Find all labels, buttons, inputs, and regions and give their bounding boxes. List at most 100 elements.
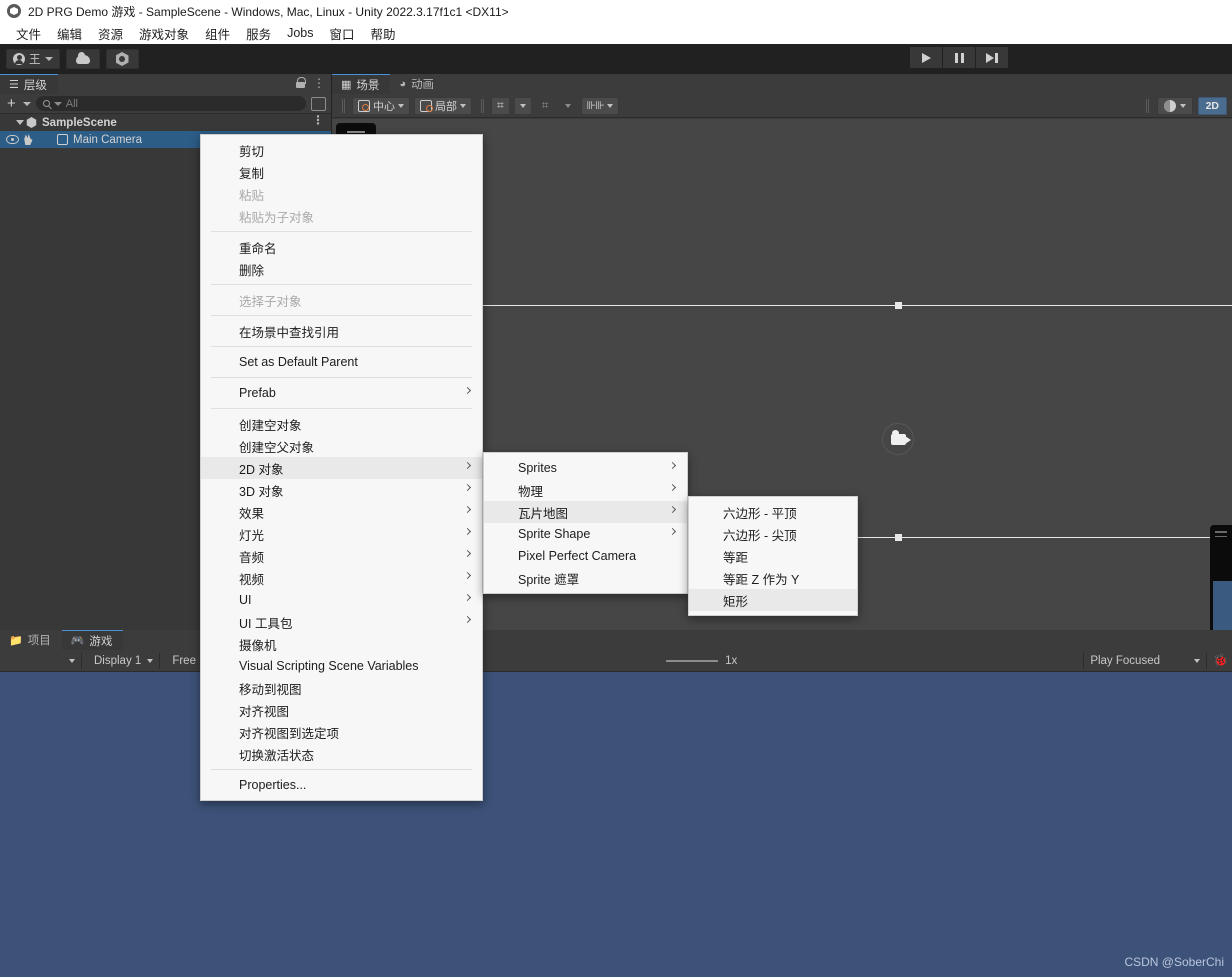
ctx-item-visual-scripting-scene-variables[interactable]: Visual Scripting Scene Variables: [201, 655, 482, 677]
ctx-item-audio[interactable]: 音频: [201, 545, 482, 567]
tab-game-label: 游戏: [89, 635, 113, 648]
ctx-item-align-view-to-selected[interactable]: 对齐视图到选定项: [201, 721, 482, 743]
menu-edit[interactable]: 编辑: [49, 22, 90, 45]
ctx-item-copy[interactable]: 复制: [201, 161, 482, 183]
ctx-item-cut[interactable]: 剪切: [201, 139, 482, 161]
menu-file[interactable]: 文件: [8, 22, 49, 45]
handle-space-button[interactable]: 局部: [414, 96, 472, 115]
submenu-item-tilemap[interactable]: 瓦片地图: [484, 501, 687, 523]
camera-gizmo-icon[interactable]: [882, 423, 914, 455]
submenu-item-sprite-mask[interactable]: Sprite 遮罩: [484, 567, 687, 589]
ctx-item-ui-toolkit[interactable]: UI 工具包: [201, 611, 482, 633]
pause-button[interactable]: [943, 47, 975, 68]
eye-icon[interactable]: [6, 135, 19, 144]
tab-hierarchy[interactable]: ☰ 层级: [0, 74, 58, 94]
ctx-item-set-as-default-parent[interactable]: Set as Default Parent: [201, 351, 482, 373]
game-canvas[interactable]: CSDN @SoberChi: [0, 672, 1232, 977]
ctx-item-align-with-view[interactable]: 对齐视图: [201, 699, 482, 721]
services-button[interactable]: [105, 49, 139, 69]
camera-bounds-handle-bottom[interactable]: [895, 534, 902, 541]
scene-side-overlay[interactable]: [1210, 525, 1232, 630]
cloud-button[interactable]: [65, 49, 100, 69]
bottom-panel: 📁 项目 🎮 游戏 Display 1 Free 1x Play Focused…: [0, 630, 1232, 977]
menu-jobs[interactable]: Jobs: [279, 24, 321, 42]
submenu-item-rectangular[interactable]: 矩形: [689, 589, 857, 611]
search-filter-chevron-icon[interactable]: [53, 101, 62, 106]
play-mode-dropdown[interactable]: Play Focused: [1083, 652, 1207, 669]
grid-visibility-button[interactable]: ⌗: [536, 97, 555, 115]
overlay-content: [1213, 581, 1232, 630]
gizmos-button[interactable]: [1156, 96, 1193, 115]
camera-bounds-handle-top[interactable]: [895, 302, 902, 309]
menu-assets[interactable]: 资源: [90, 22, 131, 45]
ctx-item-label: 灯光: [239, 528, 265, 543]
step-button[interactable]: [976, 47, 1008, 68]
submenu-item-isometric[interactable]: 等距: [689, 545, 857, 567]
grid-snapping-button[interactable]: ⌗: [491, 96, 510, 115]
grid-snapping-dropdown[interactable]: [513, 96, 532, 115]
submenu-item-hexagonal-flat-top[interactable]: 六边形 - 平顶: [689, 501, 857, 523]
tab-scene[interactable]: ▦ 场景: [332, 74, 391, 94]
search-input[interactable]: All: [35, 96, 306, 111]
ctx-item-delete[interactable]: 删除: [201, 258, 482, 280]
play-button[interactable]: [910, 47, 942, 68]
ruler-button[interactable]: ⊪⊪: [580, 96, 619, 115]
scene-more-options-icon[interactable]: ⋮: [312, 114, 324, 126]
ctx-item-find-references-in-scene[interactable]: 在场景中查找引用: [201, 320, 482, 342]
ctx-item-3d-object[interactable]: 3D 对象: [201, 479, 482, 501]
chevron-right-icon: [463, 593, 472, 602]
save-search-icon[interactable]: [311, 96, 326, 111]
add-gameobject-button[interactable]: +: [5, 96, 18, 111]
menu-help[interactable]: 帮助: [363, 22, 404, 45]
menu-window[interactable]: 窗口: [322, 22, 363, 45]
toggle-2d-button[interactable]: 2D: [1197, 96, 1227, 115]
bug-icon[interactable]: 🐞: [1213, 654, 1228, 667]
submenu-item-hexagonal-point-top[interactable]: 六边形 - 尖顶: [689, 523, 857, 545]
chevron-down-icon[interactable]: [16, 120, 24, 125]
submenu-item-sprites[interactable]: Sprites: [484, 457, 687, 479]
watermark-label: CSDN @SoberChi: [1124, 955, 1224, 969]
submenu-tilemap: 六边形 - 平顶 六边形 - 尖顶 等距 等距 Z 作为 Y 矩形: [688, 496, 858, 616]
ctx-item-effects[interactable]: 效果: [201, 501, 482, 523]
submenu-item-pixel-perfect-camera[interactable]: Pixel Perfect Camera: [484, 545, 687, 567]
game-view-mode-dropdown[interactable]: [6, 652, 82, 669]
ctx-item-ui[interactable]: UI: [201, 589, 482, 611]
submenu-item-physics[interactable]: 物理: [484, 479, 687, 501]
account-button[interactable]: 王: [6, 49, 60, 69]
ctx-item-create-empty[interactable]: 创建空对象: [201, 413, 482, 435]
grid-snapping-icon: ⌗: [497, 98, 504, 112]
ctx-item-move-to-view[interactable]: 移动到视图: [201, 677, 482, 699]
ctx-item-toggle-active-state[interactable]: 切换激活状态: [201, 743, 482, 765]
ctx-item-create-empty-parent[interactable]: 创建空父对象: [201, 435, 482, 457]
display-dropdown[interactable]: Display 1: [88, 652, 161, 669]
menu-services[interactable]: 服务: [238, 22, 279, 45]
submenu-item-sprite-shape[interactable]: Sprite Shape: [484, 523, 687, 545]
menu-component[interactable]: 组件: [197, 22, 238, 45]
tab-game[interactable]: 🎮 游戏: [61, 630, 124, 650]
add-chevron-down-icon[interactable]: [22, 101, 31, 106]
scene-toolbar: 中心 局部 ⌗ ⌗ ⊪⊪ 2D: [332, 94, 1232, 118]
aspect-dropdown[interactable]: Free: [166, 652, 203, 669]
more-options-icon[interactable]: ⋮: [313, 77, 325, 89]
ctx-item-prefab[interactable]: Prefab: [201, 382, 482, 404]
chevron-down-icon: [69, 658, 75, 663]
tab-project[interactable]: 📁 项目: [0, 630, 62, 650]
lock-icon[interactable]: [296, 77, 306, 88]
ctx-item-properties[interactable]: Properties...: [201, 774, 482, 796]
ctx-item-camera[interactable]: 摄像机: [201, 633, 482, 655]
ctx-item-2d-object[interactable]: 2D 对象: [201, 457, 482, 479]
pivot-mode-button[interactable]: 中心: [352, 96, 410, 115]
hand-icon[interactable]: [24, 134, 33, 145]
ctx-item-light[interactable]: 灯光: [201, 523, 482, 545]
ctx-item-video[interactable]: 视频: [201, 567, 482, 589]
overlay-drag-handle-icon[interactable]: [1215, 531, 1227, 537]
toolbar-divider: [481, 98, 482, 113]
tab-animation[interactable]: ◕ 动画: [390, 74, 446, 94]
scale-slider[interactable]: 1x: [666, 655, 737, 667]
hierarchy-row-samplescene[interactable]: SampleScene ⋮: [0, 114, 331, 131]
grid-visibility-dropdown[interactable]: [559, 97, 577, 115]
submenu-item-isometric-z-as-y[interactable]: 等距 Z 作为 Y: [689, 567, 857, 589]
chevron-down-icon: [460, 103, 466, 108]
menu-gameobject[interactable]: 游戏对象: [131, 22, 197, 45]
ctx-item-rename[interactable]: 重命名: [201, 236, 482, 258]
